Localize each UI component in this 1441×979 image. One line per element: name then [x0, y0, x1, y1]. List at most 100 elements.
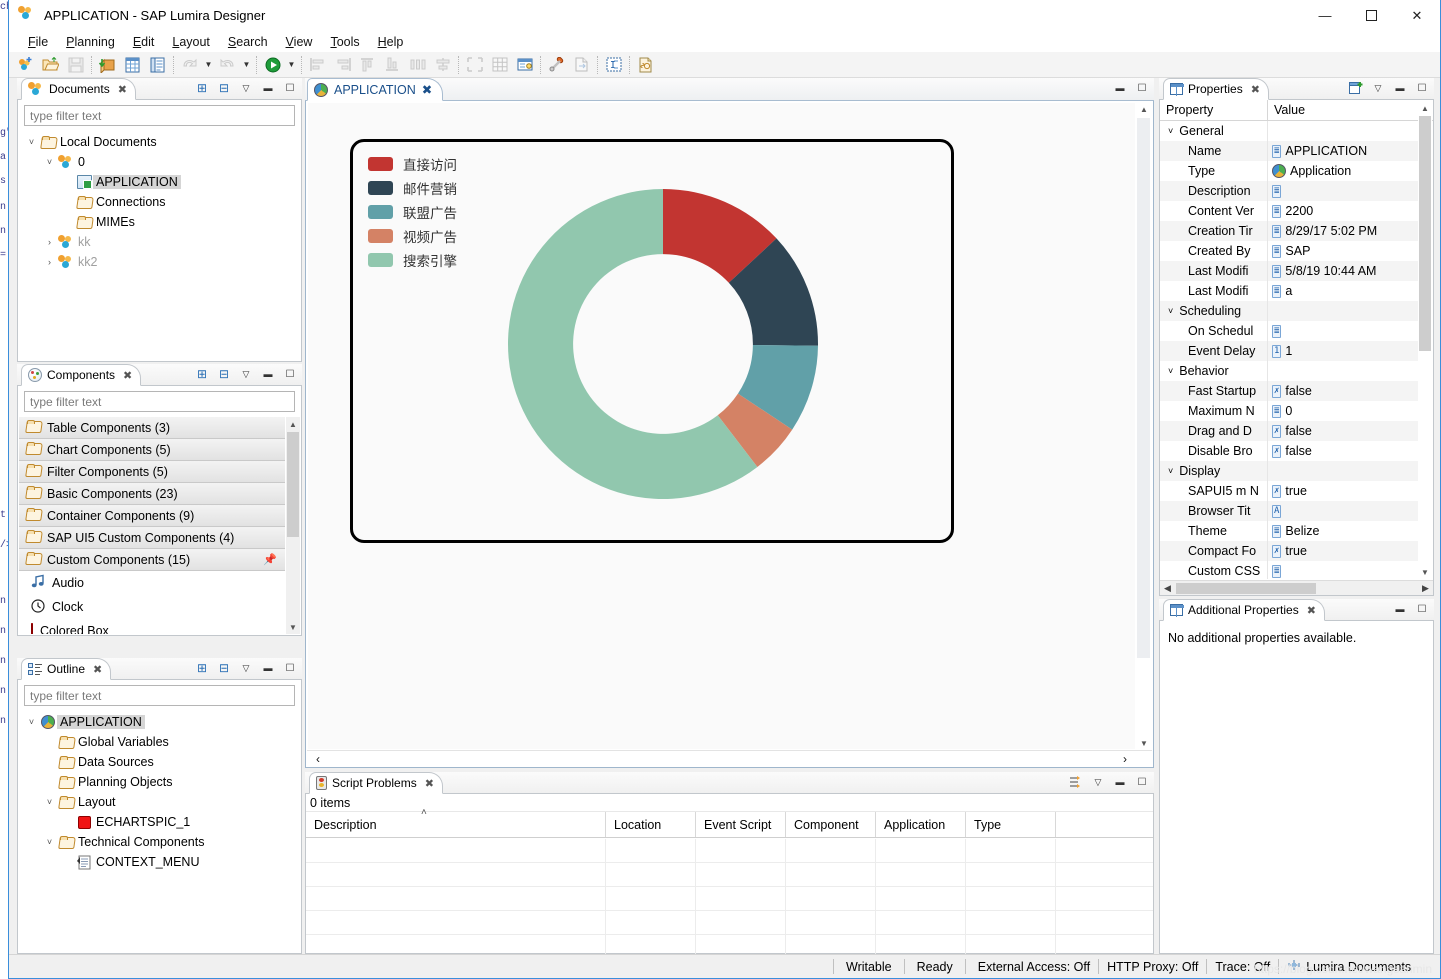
minimize-icon[interactable]: ▬ — [1112, 79, 1128, 97]
document-icon[interactable] — [145, 53, 170, 77]
tree-item[interactable]: Data Sources — [24, 752, 301, 772]
minimize-icon[interactable]: ▬ — [1112, 773, 1128, 791]
components-scrollbar[interactable]: ▲ ▼ — [286, 417, 300, 634]
legend-item[interactable]: 视频广告 — [368, 224, 457, 248]
property-row[interactable]: Type Application — [1160, 161, 1418, 181]
properties-vertical-scrollbar[interactable]: ▲ ▼ — [1418, 101, 1432, 579]
chevron-down-icon[interactable]: ˅ — [1168, 366, 1173, 376]
scroll-up-icon[interactable]: ▲ — [1136, 102, 1152, 116]
maximize-button[interactable] — [1348, 0, 1394, 31]
filters-icon[interactable] — [1068, 773, 1084, 791]
component-item[interactable]: Audio — [19, 571, 285, 595]
expand-all-icon[interactable]: ⊞ — [194, 79, 210, 97]
tab-properties[interactable]: Properties ✖ — [1163, 78, 1269, 100]
tree-item[interactable]: ECHARTSPIC_1 — [24, 812, 301, 832]
minimize-icon[interactable]: ▬ — [1392, 600, 1408, 618]
menu-layout[interactable]: Layout — [163, 33, 219, 51]
chevron-down-icon[interactable]: ˅ — [42, 797, 57, 807]
tree-item[interactable]: › kk — [24, 232, 301, 252]
property-row[interactable]: On Schedul ≣ — [1160, 321, 1418, 341]
property-row[interactable]: Custom CSS ≣ — [1160, 561, 1418, 579]
close-icon[interactable]: ✖ — [422, 82, 432, 97]
property-row[interactable]: Last Modifi ≣ 5/8/19 10:44 AM — [1160, 261, 1418, 281]
tree-item[interactable]: Connections — [24, 192, 301, 212]
maximize-icon[interactable]: ☐ — [282, 79, 298, 97]
canvas-horizontal-scrollbar[interactable]: ‹ › — [307, 750, 1152, 766]
scrollbar-thumb[interactable] — [1419, 116, 1431, 351]
maximize-icon[interactable]: ☐ — [1414, 79, 1430, 97]
pin-icon[interactable]: 📌 — [263, 553, 277, 566]
menu-view[interactable]: View — [277, 33, 322, 51]
chevron-down-icon[interactable]: ˅ — [24, 137, 39, 147]
column-header-value[interactable]: Value — [1268, 100, 1433, 120]
property-row[interactable]: Description ≣ — [1160, 181, 1418, 201]
close-icon[interactable]: ✖ — [118, 83, 127, 96]
scrollbar-thumb[interactable] — [1176, 583, 1316, 594]
menu-tools[interactable]: Tools — [321, 33, 368, 51]
menu-edit[interactable]: Edit — [124, 33, 164, 51]
view-menu-icon[interactable]: ▽ — [238, 659, 254, 677]
property-row[interactable]: Created By ≣ SAP — [1160, 241, 1418, 261]
component-category[interactable]: SAP UI5 Custom Components (4) — [19, 526, 285, 549]
documents-filter-input[interactable]: type filter text — [24, 105, 295, 126]
tree-item[interactable]: Global Variables — [24, 732, 301, 752]
scroll-right-icon[interactable]: › — [1116, 751, 1134, 767]
component-category[interactable]: Filter Components (5) — [19, 460, 285, 483]
undo-dropdown-arrow[interactable]: ▼ — [202, 53, 215, 77]
property-row[interactable]: Last Modifi ≣ a — [1160, 281, 1418, 301]
property-row[interactable]: Name ≣ APPLICATION — [1160, 141, 1418, 161]
property-row[interactable]: Content Ver ≣ 2200 — [1160, 201, 1418, 221]
open-icon[interactable] — [38, 53, 63, 77]
tab-documents[interactable]: Documents ✖ — [21, 78, 136, 100]
close-icon[interactable]: ✖ — [1307, 604, 1316, 617]
component-category[interactable]: Custom Components (15) 📌 — [19, 548, 285, 571]
tree-item[interactable]: CONTEXT_MENU — [24, 852, 301, 872]
property-row[interactable]: Disable Bro ✗ false — [1160, 441, 1418, 461]
property-group-row[interactable]: ˅ Scheduling — [1160, 301, 1418, 321]
tree-item[interactable]: ˅ Local Documents — [24, 132, 301, 152]
tree-item[interactable]: ˅ APPLICATION — [24, 712, 301, 732]
expand-all-icon[interactable]: ⊞ — [194, 365, 210, 383]
property-row[interactable]: Browser Tit A — [1160, 501, 1418, 521]
view-menu-icon[interactable]: ▽ — [238, 79, 254, 97]
tree-item[interactable]: › kk2 — [24, 252, 301, 272]
minimize-icon[interactable]: ▬ — [260, 659, 276, 677]
canvas-surface[interactable]: 直接访问 邮件营销 联盟广告 视频广告 搜索引擎 — [308, 103, 1135, 749]
scrollbar-thumb[interactable] — [1137, 118, 1150, 658]
new-property-icon[interactable] — [1348, 79, 1364, 97]
new-application-icon[interactable] — [13, 53, 38, 77]
run-icon[interactable] — [260, 53, 285, 77]
problems-column-header[interactable]: Description ˄ — [306, 807, 606, 837]
view-menu-icon[interactable]: ▽ — [1370, 79, 1386, 97]
canvas-vertical-scrollbar[interactable]: ▲ ▼ — [1136, 102, 1152, 750]
text-frame-icon[interactable]: I — [601, 53, 626, 77]
tree-item[interactable]: APPLICATION — [24, 172, 301, 192]
property-row[interactable]: Drag and D ✗ false — [1160, 421, 1418, 441]
chevron-down-icon[interactable]: ˅ — [1168, 306, 1173, 316]
collapse-all-icon[interactable]: ⊟ — [216, 659, 232, 677]
tab-components[interactable]: Components ✖ — [21, 364, 142, 386]
chevron-down-icon[interactable]: ˅ — [1168, 126, 1173, 136]
maximize-icon[interactable]: ☐ — [1414, 600, 1430, 618]
collapse-all-icon[interactable]: ⊟ — [216, 79, 232, 97]
chevron-down-icon[interactable]: ˅ — [42, 837, 57, 847]
minimize-icon[interactable]: ▬ — [1392, 79, 1408, 97]
tree-item[interactable]: ˅ Layout — [24, 792, 301, 812]
property-row[interactable]: SAPUI5 m N ✗ true — [1160, 481, 1418, 501]
menu-help[interactable]: Help — [369, 33, 413, 51]
components-filter-input[interactable]: type filter text — [24, 391, 295, 412]
tree-item[interactable]: Planning Objects — [24, 772, 301, 792]
component-category[interactable]: Basic Components (23) — [19, 482, 285, 505]
property-row[interactable]: Fast Startup ✗ false — [1160, 381, 1418, 401]
component-category[interactable]: Container Components (9) — [19, 504, 285, 527]
legend-item[interactable]: 直接访问 — [368, 152, 457, 176]
menu-planning[interactable]: Planning — [57, 33, 124, 51]
menu-search[interactable]: Search — [219, 33, 277, 51]
problems-column-header[interactable]: Location — [606, 812, 696, 837]
scroll-down-icon[interactable]: ▼ — [1136, 736, 1152, 750]
scroll-left-icon[interactable]: ‹ — [309, 751, 327, 767]
minimize-icon[interactable]: ▬ — [260, 365, 276, 383]
tab-outline[interactable]: Outline ✖ — [21, 658, 112, 680]
tree-item[interactable]: ˅ 0 — [24, 152, 301, 172]
property-row[interactable]: Compact Fo ✗ true — [1160, 541, 1418, 561]
